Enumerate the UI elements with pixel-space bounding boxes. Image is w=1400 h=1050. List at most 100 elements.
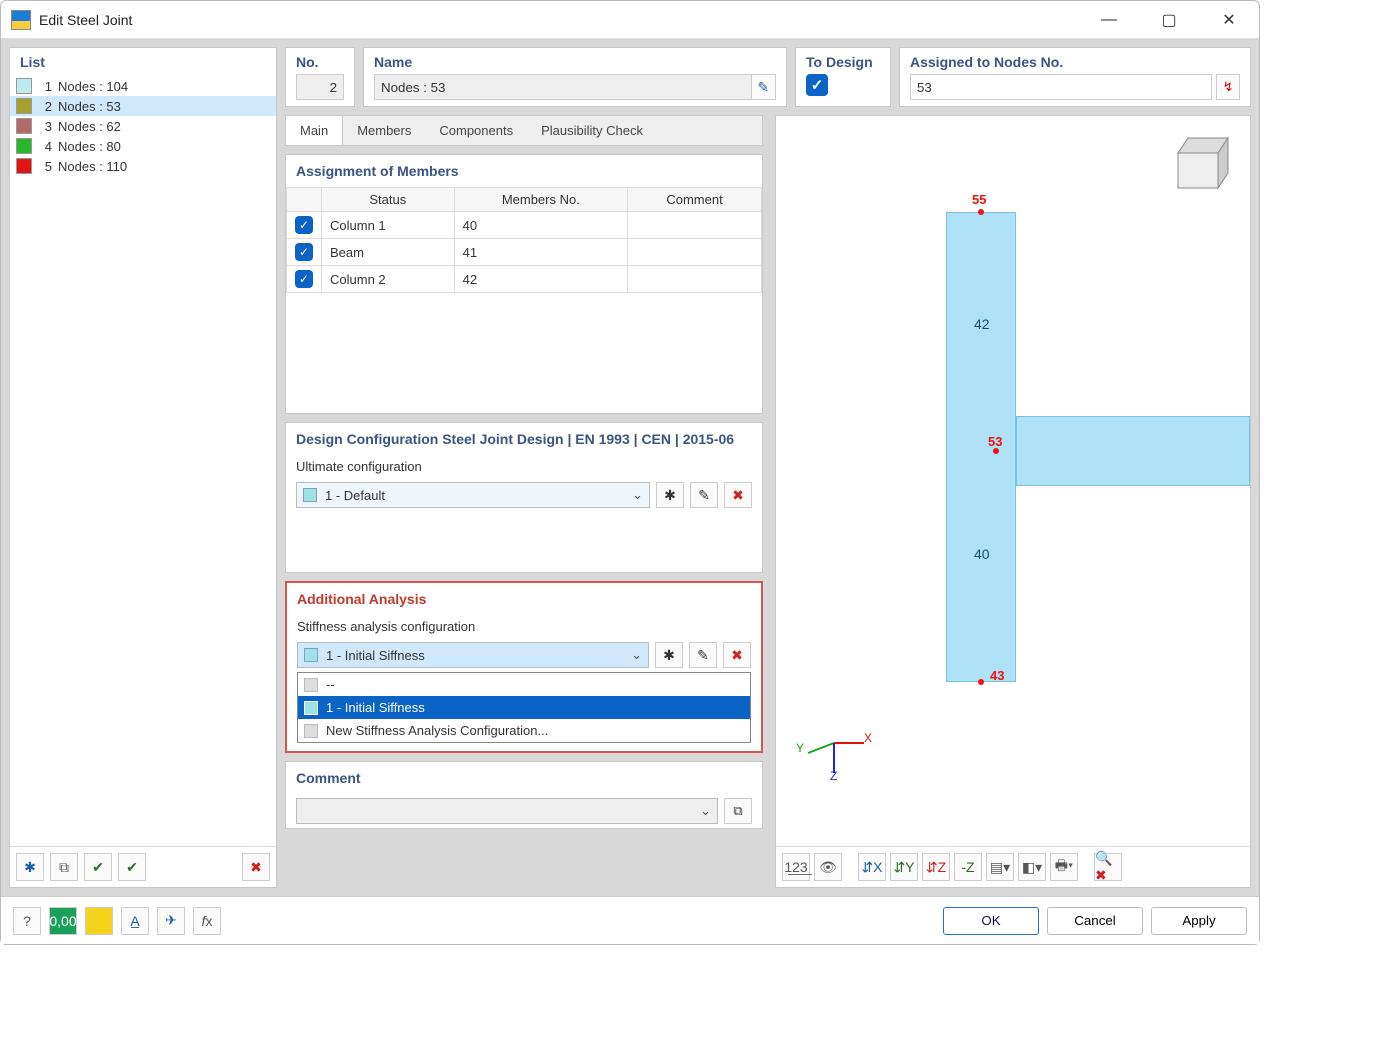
fx-icon[interactable]: fx <box>193 907 221 935</box>
option-swatch-icon <box>304 678 318 692</box>
toolbar-layers-icon[interactable]: ▤▾ <box>986 853 1014 881</box>
comment-combo[interactable]: ⌄ <box>296 798 718 824</box>
orientation-cube-icon[interactable] <box>1168 128 1238 198</box>
ultimate-config-combo[interactable]: 1 - Default ⌄ <box>296 482 650 508</box>
additional-analysis-header: Additional Analysis <box>287 583 761 615</box>
toolbar-view-y-icon[interactable]: ⇵Y <box>890 853 918 881</box>
text-style-icon[interactable]: A̲ <box>121 907 149 935</box>
cell-comment <box>628 212 762 239</box>
color-swatch-icon <box>16 118 32 134</box>
option-swatch-icon <box>304 724 318 738</box>
new-item-icon[interactable]: ✱ <box>16 853 44 881</box>
additional-analysis-section: Additional Analysis Stiffness analysis c… <box>285 581 763 753</box>
check-green-2-icon[interactable]: ✔ <box>118 853 146 881</box>
tab-main[interactable]: Main <box>286 116 343 145</box>
tab-plausibility-check[interactable]: Plausibility Check <box>527 116 657 145</box>
view-toolbar: 1̲2̲3̲ 👁 ⇵X ⇵Y ⇵Z -Z ▤▾ ◧▾ 🖶▾ 🔍✖ <box>776 846 1250 887</box>
toolbar-view-x-icon[interactable]: ⇵X <box>858 853 886 881</box>
list-item-index: 4 <box>38 139 52 154</box>
units-icon[interactable]: 0,00 <box>49 907 77 935</box>
cell-members-no: 40 <box>454 212 627 239</box>
list-item-label: Nodes : 80 <box>58 139 121 154</box>
name-input[interactable] <box>374 74 752 100</box>
copy-item-icon[interactable]: ⧉ <box>50 853 78 881</box>
comment-header: Comment <box>286 762 762 794</box>
toolbar-view-negz-icon[interactable]: -Z <box>954 853 982 881</box>
table-row[interactable]: ✓ Column 1 40 <box>287 212 762 239</box>
node-dot <box>978 679 984 685</box>
toolbar-view-z-icon[interactable]: ⇵Z <box>922 853 950 881</box>
table-row[interactable]: ✓ Column 2 42 <box>287 266 762 293</box>
toolbar-eye-icon[interactable]: 👁 <box>814 853 842 881</box>
row-checkbox[interactable]: ✓ <box>295 216 313 234</box>
cell-comment <box>628 266 762 293</box>
list-item-label: Nodes : 110 <box>58 159 127 174</box>
table-row[interactable]: ✓ Beam 41 <box>287 239 762 266</box>
dropdown-option[interactable]: -- <box>298 673 750 696</box>
tab-members[interactable]: Members <box>343 116 425 145</box>
check-green-1-icon[interactable]: ✔ <box>84 853 112 881</box>
toolbar-print-icon[interactable]: 🖶▾ <box>1050 853 1078 881</box>
send-icon[interactable]: ✈ <box>157 907 185 935</box>
list-item[interactable]: 1 Nodes : 104 <box>10 76 276 96</box>
node-label-mid: 53 <box>988 434 1002 449</box>
close-button[interactable]: ✕ <box>1209 10 1249 30</box>
model-canvas[interactable]: 55 53 43 42 40 X Y <box>776 116 1250 846</box>
edit-config-icon[interactable]: ✎ <box>690 482 718 508</box>
members-header: Assignment of Members <box>286 155 762 187</box>
row-checkbox[interactable]: ✓ <box>295 270 313 288</box>
cell-members-no: 42 <box>454 266 627 293</box>
toolbar-numbering-icon[interactable]: 1̲2̲3̲ <box>782 853 810 881</box>
comment-copy-icon[interactable]: ⧉ <box>724 798 752 824</box>
assigned-nodes-input[interactable] <box>910 74 1212 100</box>
design-config-section: Design Configuration Steel Joint Design … <box>285 422 763 573</box>
pick-node-icon[interactable]: ↯ <box>1216 74 1240 100</box>
rename-icon[interactable]: ✎ <box>752 74 776 100</box>
list-item-index: 3 <box>38 119 52 134</box>
tabs: MainMembersComponentsPlausibility Check <box>285 115 763 146</box>
color-swatch-icon <box>16 138 32 154</box>
stiffness-config-value: 1 - Initial Siffness <box>326 648 425 663</box>
delete-item-icon[interactable]: ✖ <box>242 853 270 881</box>
axes-icon: X Y Z <box>794 713 874 786</box>
no-box: No. <box>285 47 355 107</box>
list-item-label: Nodes : 53 <box>58 99 121 114</box>
combo-swatch-icon <box>303 488 317 502</box>
color-swatch-icon <box>16 78 32 94</box>
list-item[interactable]: 2 Nodes : 53 <box>10 96 276 116</box>
edit-stiffness-icon[interactable]: ✎ <box>689 642 717 668</box>
member-beam <box>1016 416 1250 486</box>
toolbar-zoom-reset-icon[interactable]: 🔍✖ <box>1094 853 1122 881</box>
minimize-button[interactable]: — <box>1089 11 1129 29</box>
member-column <box>946 212 1016 682</box>
cancel-button[interactable]: Cancel <box>1047 907 1143 935</box>
color-icon[interactable] <box>85 907 113 935</box>
design-config-header: Design Configuration Steel Joint Design … <box>286 423 762 455</box>
maximize-button[interactable]: ▢ <box>1149 10 1189 30</box>
cell-status: Column 2 <box>322 266 455 293</box>
dropdown-option[interactable]: New Stiffness Analysis Configuration... <box>298 719 750 742</box>
name-box: Name ✎ <box>363 47 787 107</box>
new-stiffness-icon[interactable]: ✱ <box>655 642 683 668</box>
list-item[interactable]: 3 Nodes : 62 <box>10 116 276 136</box>
design-config-sublabel: Ultimate configuration <box>286 455 762 478</box>
toolbar-cube-icon[interactable]: ◧▾ <box>1018 853 1046 881</box>
row-checkbox[interactable]: ✓ <box>295 243 313 261</box>
new-config-icon[interactable]: ✱ <box>656 482 684 508</box>
ultimate-config-value: 1 - Default <box>325 488 385 503</box>
stiffness-config-combo[interactable]: 1 - Initial Siffness ⌄ <box>297 642 649 668</box>
list-item[interactable]: 5 Nodes : 110 <box>10 156 276 176</box>
list-item[interactable]: 4 Nodes : 80 <box>10 136 276 156</box>
option-label: New Stiffness Analysis Configuration... <box>326 723 548 738</box>
ok-button[interactable]: OK <box>943 907 1039 935</box>
delete-config-icon[interactable]: ✖ <box>724 482 752 508</box>
to-design-checkbox[interactable]: ✓ <box>806 74 828 96</box>
list-item-index: 1 <box>38 79 52 94</box>
apply-button[interactable]: Apply <box>1151 907 1247 935</box>
help-icon[interactable]: ? <box>13 907 41 935</box>
dropdown-option[interactable]: 1 - Initial Siffness <box>298 696 750 719</box>
tab-components[interactable]: Components <box>425 116 527 145</box>
assigned-nodes-box: Assigned to Nodes No. ↯ <box>899 47 1251 107</box>
delete-stiffness-icon[interactable]: ✖ <box>723 642 751 668</box>
no-input[interactable] <box>296 74 344 100</box>
